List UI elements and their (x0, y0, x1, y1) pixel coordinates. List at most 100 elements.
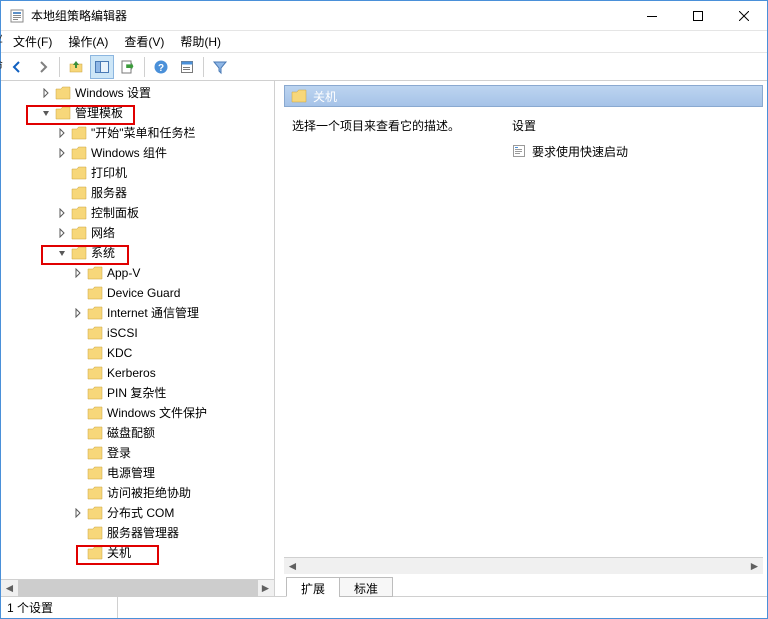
tree-item[interactable]: App-V (1, 263, 274, 283)
close-button[interactable] (721, 1, 767, 30)
folder-icon (87, 406, 103, 420)
tree-item-label: Internet 通信管理 (107, 303, 199, 323)
tree-item[interactable]: iSCSI (1, 323, 274, 343)
tree-item[interactable]: Internet 通信管理 (1, 303, 274, 323)
tree-item[interactable]: Windows 文件保护 (1, 403, 274, 423)
minimize-button[interactable] (629, 1, 675, 30)
properties-button[interactable] (175, 55, 199, 79)
chevron-right-icon[interactable] (73, 268, 87, 278)
setting-item[interactable]: 要求使用快速启动 (512, 142, 755, 160)
tree-item-label: 系统 (91, 243, 115, 263)
chevron-right-icon[interactable] (57, 228, 71, 238)
tree-item-label: 关机 (107, 543, 131, 563)
tree-item[interactable]: 系统 (1, 243, 274, 263)
tree-item[interactable]: 访问被拒绝协助 (1, 483, 274, 503)
tree-item[interactable]: 控制面板 (1, 203, 274, 223)
chevron-right-icon[interactable] (73, 308, 87, 318)
tree-item-label: 访问被拒绝协助 (107, 483, 191, 503)
folder-icon (87, 366, 103, 380)
tree-item[interactable]: PIN 复杂性 (1, 383, 274, 403)
folder-icon (71, 126, 87, 140)
tree-item[interactable]: 服务器 (1, 183, 274, 203)
folder-icon (87, 346, 103, 360)
tree-item-label: 网络 (91, 223, 115, 243)
chevron-right-icon[interactable] (41, 88, 55, 98)
tree-item-label: 服务器管理器 (107, 523, 179, 543)
chevron-right-icon[interactable] (73, 508, 87, 518)
scroll-left-arrow-icon[interactable]: ◄ (284, 558, 301, 575)
show-hide-tree-button[interactable] (90, 55, 114, 79)
menu-action[interactable]: 操作(A) (60, 31, 116, 52)
menu-help[interactable]: 帮助(H) (172, 31, 229, 52)
toolbar: ? (1, 53, 767, 81)
settings-header[interactable]: 设置 (512, 117, 755, 134)
chevron-right-icon[interactable] (57, 148, 71, 158)
setting-label: 要求使用快速启动 (532, 143, 628, 160)
tree-item-label: PIN 复杂性 (107, 383, 166, 403)
up-button[interactable] (64, 55, 88, 79)
maximize-button[interactable] (675, 1, 721, 30)
tree-item-label: 分布式 COM (107, 503, 174, 523)
help-button[interactable]: ? (149, 55, 173, 79)
tree-item[interactable]: Device Guard (1, 283, 274, 303)
details-pane: 关机 选择一个项目来查看它的描述。 设置 要求使用快速启动 ◄ (280, 81, 767, 596)
tree-item-label: 控制面板 (91, 203, 139, 223)
tree-item[interactable]: Kerberos (1, 363, 274, 383)
chevron-down-icon[interactable] (57, 248, 71, 258)
tree-item[interactable]: 关机 (1, 543, 274, 563)
folder-icon (87, 286, 103, 300)
tree-viewport[interactable]: Windows 设置管理模板"开始"菜单和任务栏Windows 组件打印机服务器… (1, 81, 274, 579)
folder-icon (87, 546, 103, 560)
tree-item[interactable]: Windows 组件 (1, 143, 274, 163)
folder-icon (71, 226, 87, 240)
chevron-right-icon[interactable] (57, 128, 71, 138)
details-header: 关机 (284, 85, 763, 107)
tree-item-label: Device Guard (107, 283, 180, 303)
scroll-thumb[interactable] (18, 580, 258, 597)
details-header-title: 关机 (313, 88, 337, 105)
back-button[interactable] (5, 55, 29, 79)
folder-icon (87, 266, 103, 280)
tab-extended[interactable]: 扩展 (286, 577, 340, 597)
tree-item[interactable]: 磁盘配额 (1, 423, 274, 443)
folder-icon (71, 186, 87, 200)
tree-item[interactable]: 网络 (1, 223, 274, 243)
details-body: 选择一个项目来查看它的描述。 设置 要求使用快速启动 (280, 109, 767, 557)
tree-item-label: Kerberos (107, 363, 156, 383)
tree-item[interactable]: "开始"菜单和任务栏 (1, 123, 274, 143)
tree-item-label: Windows 组件 (91, 143, 167, 163)
tree-item-label: "开始"菜单和任务栏 (91, 123, 196, 143)
menu-file[interactable]: 文件(F) (5, 31, 60, 52)
tree-item[interactable]: 分布式 COM (1, 503, 274, 523)
tree-pane: Windows 设置管理模板"开始"菜单和任务栏Windows 组件打印机服务器… (1, 81, 275, 596)
tree-item-label: 登录 (107, 443, 131, 463)
folder-icon (55, 106, 71, 120)
scroll-left-arrow-icon[interactable]: ◄ (1, 580, 18, 597)
chevron-right-icon[interactable] (57, 208, 71, 218)
tree-item[interactable]: 登录 (1, 443, 274, 463)
forward-button[interactable] (31, 55, 55, 79)
scroll-right-arrow-icon[interactable]: ► (257, 580, 274, 597)
tree-item-label: 服务器 (91, 183, 127, 203)
tree-horizontal-scrollbar[interactable]: ◄ ► (1, 579, 274, 596)
tree-item[interactable]: 服务器管理器 (1, 523, 274, 543)
chevron-down-icon[interactable] (41, 108, 55, 118)
scroll-right-arrow-icon[interactable]: ► (746, 558, 763, 575)
menubar: 文件(F) 操作(A) 查看(V) 帮助(H) (1, 31, 767, 53)
scroll-track[interactable] (18, 580, 257, 597)
tree-item-label: KDC (107, 343, 132, 363)
details-horizontal-scrollbar[interactable]: ◄ ► (284, 557, 763, 574)
tree-item[interactable]: Windows 设置 (1, 83, 274, 103)
toolbar-separator (59, 57, 60, 77)
tree-item[interactable]: 管理模板 (1, 103, 274, 123)
description-column: 选择一个项目来查看它的描述。 (292, 117, 482, 557)
tab-standard[interactable]: 标准 (339, 577, 393, 597)
tree-item[interactable]: KDC (1, 343, 274, 363)
filter-button[interactable] (208, 55, 232, 79)
tree-item-label: 磁盘配额 (107, 423, 155, 443)
tree-item[interactable]: 电源管理 (1, 463, 274, 483)
export-button[interactable] (116, 55, 140, 79)
tree: Windows 设置管理模板"开始"菜单和任务栏Windows 组件打印机服务器… (1, 81, 274, 573)
tree-item[interactable]: 打印机 (1, 163, 274, 183)
menu-view[interactable]: 查看(V) (116, 31, 172, 52)
